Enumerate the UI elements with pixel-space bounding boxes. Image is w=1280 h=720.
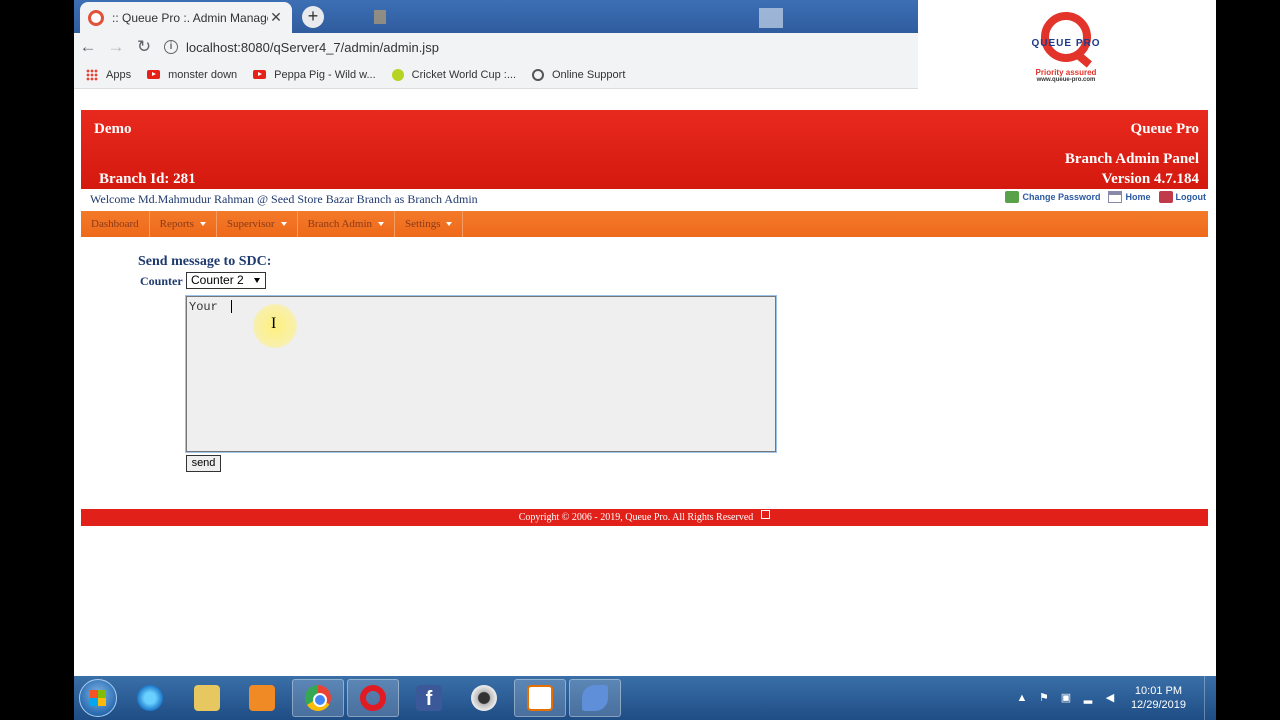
cricket-ball-icon [391, 68, 404, 81]
form-title: Send message to SDC: [138, 254, 272, 269]
change-password-icon [1005, 191, 1020, 203]
clock-time: 10:01 PM [1134, 685, 1183, 697]
usb-icon[interactable]: ▣ [1060, 692, 1072, 704]
browser-tabstrip: :: Queue Pro :. Admin Manager ✕ + [74, 0, 918, 33]
browser-toolbar: ← → ↻ i localhost:8080/qServer4_7/admin/… [74, 33, 918, 61]
action-center-flag-icon[interactable]: ⚑ [1038, 692, 1050, 704]
bookmark-monster-down[interactable]: monster down [147, 69, 237, 81]
send-button[interactable]: send [186, 455, 221, 472]
taskbar-internet-explorer[interactable] [124, 679, 176, 717]
show-hidden-icons-icon[interactable]: ▲ [1016, 692, 1028, 704]
home-icon [1108, 191, 1123, 203]
top-links: Change Password Home Logout [997, 191, 1206, 203]
close-tab-icon[interactable]: ✕ [268, 9, 284, 26]
dolphin-icon [582, 685, 608, 711]
queue-pro-favicon-icon [88, 9, 104, 26]
clock-date: 12/29/2019 [1130, 699, 1186, 711]
windows-logo-icon [90, 690, 106, 706]
bookmark-cricket[interactable]: Cricket World Cup :... [391, 68, 516, 81]
chevron-down-icon [446, 222, 453, 227]
bookmark-online-support[interactable]: Online Support [532, 68, 625, 81]
home-link[interactable]: Home [1108, 191, 1151, 203]
show-desktop-button[interactable] [1204, 676, 1216, 720]
youtube-icon [253, 70, 267, 79]
taskbar-opera[interactable] [347, 679, 399, 717]
site-info-icon[interactable]: i [164, 40, 178, 54]
address-bar[interactable]: i localhost:8080/qServer4_7/admin/admin.… [164, 33, 439, 61]
network-signal-icon[interactable]: ▂ [1082, 692, 1094, 704]
youtube-icon [147, 70, 161, 79]
tab-title: :: Queue Pro :. Admin Manager [112, 10, 268, 25]
chevron-down-icon [378, 222, 385, 227]
menu-branch-admin[interactable]: Branch Admin [298, 211, 396, 237]
menu-supervisor[interactable]: Supervisor [217, 211, 298, 237]
media-player-icon [249, 685, 275, 711]
webcam-icon [471, 685, 497, 711]
volume-icon[interactable]: ◀ [1104, 692, 1116, 704]
taskbar-dolphin[interactable] [569, 679, 621, 717]
globe-icon [532, 68, 544, 81]
apps-icon [86, 68, 98, 81]
taskbar-media-player[interactable] [236, 679, 288, 717]
taskbar-java[interactable] [514, 679, 566, 717]
chrome-icon [305, 685, 331, 711]
copyright-text: Copyright © 2006 - 2019, Queue Pro. All … [518, 512, 754, 523]
taskbar-facebook[interactable]: f [403, 679, 455, 717]
text-caret [231, 300, 233, 314]
forward-icon[interactable]: → [102, 33, 130, 61]
taskbar-chrome[interactable] [292, 679, 344, 717]
header-version: Version 4.7.184 [1101, 171, 1199, 187]
welcome-bar: Welcome Md.Mahmudur Rahman @ Seed Store … [81, 189, 1208, 211]
logout-icon [1158, 191, 1173, 203]
new-tab-button[interactable]: + [302, 6, 324, 28]
change-password-link[interactable]: Change Password [1005, 191, 1100, 203]
folder-icon [194, 685, 220, 711]
taskbar-webcam[interactable] [458, 679, 510, 717]
browser-tab[interactable]: :: Queue Pro :. Admin Manager ✕ [80, 2, 292, 33]
taskbar: f ▲ ⚑ ▣ ▂ ◀ 10:01 PM 12/29/2019 [74, 676, 1216, 720]
chevron-down-icon [199, 222, 206, 227]
opera-icon [360, 685, 386, 711]
app-header: Demo Queue Pro Branch Admin Panel Branch… [81, 110, 1208, 189]
bookmark-apps[interactable]: Apps [86, 68, 131, 81]
queue-pro-logo: QUEUE PRO Priority assured www.queue-pro… [1024, 12, 1108, 92]
header-panel: Branch Admin Panel [1064, 151, 1199, 167]
footer: Copyright © 2006 - 2019, Queue Pro. All … [81, 509, 1208, 526]
java-icon [527, 685, 553, 711]
bookmark-peppa-pig[interactable]: Peppa Pig - Wild w... [253, 69, 376, 81]
screen: :: Queue Pro :. Admin Manager ✕ + ← → ↻ … [74, 0, 1216, 720]
logo-area: QUEUE PRO Priority assured www.queue-pro… [918, 0, 1216, 100]
internet-explorer-icon [137, 685, 163, 711]
q-logo-icon [1041, 12, 1091, 62]
external-link-icon[interactable] [761, 510, 771, 519]
reload-icon[interactable]: ↻ [130, 33, 158, 61]
taskbar-file-explorer[interactable] [181, 679, 233, 717]
menu-dashboard[interactable]: Dashboard [81, 211, 150, 237]
counter-select[interactable]: Counter 2 [186, 272, 266, 289]
facebook-icon: f [416, 685, 442, 711]
back-icon[interactable]: ← [74, 33, 102, 61]
ibeam-cursor-icon: I [271, 315, 277, 332]
header-demo: Demo [94, 121, 132, 137]
header-product: Queue Pro [1130, 121, 1199, 137]
dropdown-arrow-icon [254, 278, 260, 283]
address-url[interactable]: localhost:8080/qServer4_7/admin/admin.js… [186, 40, 439, 55]
clock[interactable]: 10:01 PM 12/29/2019 [1131, 684, 1186, 712]
counter-label: Counter [140, 274, 183, 288]
main-menu: Dashboard Reports Supervisor Branch Admi… [81, 211, 1208, 237]
chevron-down-icon [280, 222, 287, 227]
menu-settings[interactable]: Settings [395, 211, 464, 237]
welcome-text: Welcome Md.Mahmudur Rahman @ Seed Store … [90, 192, 478, 206]
start-button[interactable] [79, 679, 117, 717]
header-branch-id: Branch Id: 281 [99, 171, 196, 187]
menu-reports[interactable]: Reports [150, 211, 217, 237]
bookmarks-bar: Apps monster down Peppa Pig - Wild w... … [74, 61, 918, 89]
logout-link[interactable]: Logout [1158, 191, 1206, 203]
system-tray: ▲ ⚑ ▣ ▂ ◀ 10:01 PM 12/29/2019 [1011, 676, 1216, 720]
main-content: Send message to SDC: Counter Counter 2 Y… [81, 237, 1208, 509]
